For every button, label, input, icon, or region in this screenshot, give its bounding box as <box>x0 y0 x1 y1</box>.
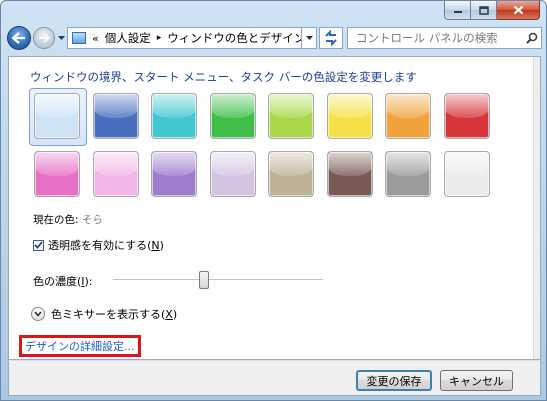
address-bar[interactable]: « 個人設定 ▸ ウィンドウの色とデザイン <box>67 27 317 49</box>
color-swatch-blush[interactable] <box>92 151 139 197</box>
mixer-label: 色ミキサーを表示する( <box>51 308 166 321</box>
color-swatch-fuchsia[interactable] <box>34 151 80 197</box>
color-intensity-slider[interactable] <box>113 270 323 290</box>
main-content: ウィンドウの境界、スタート メニュー、タスク バーの色設定を変更します 現在の色… <box>8 56 541 360</box>
advanced-appearance-highlight: デザインの詳細設定... <box>19 335 141 357</box>
close-button[interactable] <box>497 1 540 20</box>
color-swatch-twilight[interactable] <box>92 93 139 139</box>
refresh-button[interactable] <box>319 27 343 49</box>
transparency-label: 透明感を有効にする( <box>48 239 152 252</box>
search-box[interactable] <box>347 27 542 49</box>
save-changes-button[interactable]: 変更の保存 <box>356 370 432 391</box>
page-heading: ウィンドウの境界、スタート メニュー、タスク バーの色設定を変更します <box>30 70 417 84</box>
color-swatch-leaf[interactable] <box>209 93 256 139</box>
color-swatch-taupe[interactable] <box>268 151 314 197</box>
advanced-appearance-link[interactable]: デザインの詳細設定... <box>25 338 135 354</box>
color-intensity-label: 色の濃度(I): <box>33 273 93 289</box>
search-input[interactable] <box>348 31 523 45</box>
color-swatch-slate[interactable] <box>385 151 431 197</box>
forward-button[interactable] <box>33 27 55 49</box>
refresh-icon <box>325 30 337 46</box>
paren-close: ) <box>172 307 178 321</box>
intensity-label: 色の濃度( <box>33 275 82 288</box>
minimize-icon <box>453 11 462 13</box>
color-swatch-orange[interactable] <box>385 93 431 139</box>
chevron-down-icon <box>305 36 313 40</box>
slider-thumb[interactable] <box>199 271 209 289</box>
window-frame: « 個人設定 ▸ ウィンドウの色とデザイン ウィンドウの境界、スタート メニュー… <box>0 0 547 401</box>
footer-bar: 変更の保存 キャンセル <box>8 360 541 396</box>
recent-pages-dropdown[interactable] <box>57 33 65 43</box>
transparency-access-key: N <box>151 238 160 252</box>
maximize-button[interactable] <box>471 1 497 20</box>
chevron-down-icon <box>57 36 65 40</box>
current-color: 現在の色: そら <box>33 212 103 227</box>
color-swatch-frost[interactable] <box>443 151 490 197</box>
paren-close: ): <box>84 275 93 288</box>
color-swatch-sea[interactable] <box>151 93 197 139</box>
control-panel-icon <box>72 32 86 44</box>
caption-buttons <box>444 1 540 21</box>
back-button[interactable] <box>7 26 31 50</box>
checkmark-icon <box>34 241 43 249</box>
mixer-access-key: X <box>165 307 173 321</box>
color-swatch-lime[interactable] <box>268 93 314 139</box>
expand-button[interactable] <box>31 307 45 321</box>
arrow-left-icon <box>12 32 25 44</box>
chevron-down-icon <box>34 311 42 317</box>
breadcrumb-separator[interactable]: ▸ <box>157 33 162 43</box>
color-mixer-toggle[interactable]: 色ミキサーを表示する(X) <box>31 306 177 322</box>
paren-close: ) <box>159 238 164 252</box>
arrow-right-icon <box>39 33 50 43</box>
current-color-value: そら <box>81 214 103 226</box>
slider-track <box>113 279 323 281</box>
minimize-button[interactable] <box>444 1 471 20</box>
color-swatch-violet[interactable] <box>151 151 197 197</box>
transparency-checkbox[interactable] <box>33 239 44 251</box>
transparency-option[interactable]: 透明感を有効にする(N) <box>33 237 164 253</box>
scrollbar[interactable] <box>533 57 540 359</box>
cancel-button[interactable]: キャンセル <box>440 370 513 391</box>
breadcrumb-personalization[interactable]: 個人設定 <box>105 30 151 46</box>
color-swatch-chocolate[interactable] <box>326 151 373 197</box>
breadcrumb-overflow[interactable]: « <box>92 32 99 45</box>
color-swatch-ruby[interactable] <box>443 93 490 139</box>
navigation-bar: « 個人設定 ▸ ウィンドウの色とデザイン <box>1 23 547 53</box>
color-swatch-lavender[interactable] <box>209 151 256 197</box>
search-icon[interactable] <box>523 32 541 44</box>
color-swatch-sky[interactable] <box>34 93 80 139</box>
breadcrumb-window-color[interactable]: ウィンドウの色とデザイン <box>167 30 305 46</box>
current-color-label: 現在の色: <box>33 214 79 226</box>
address-dropdown[interactable] <box>301 27 317 49</box>
maximize-icon <box>478 5 489 15</box>
color-swatch-lemon[interactable] <box>326 93 373 139</box>
close-icon <box>513 5 523 15</box>
